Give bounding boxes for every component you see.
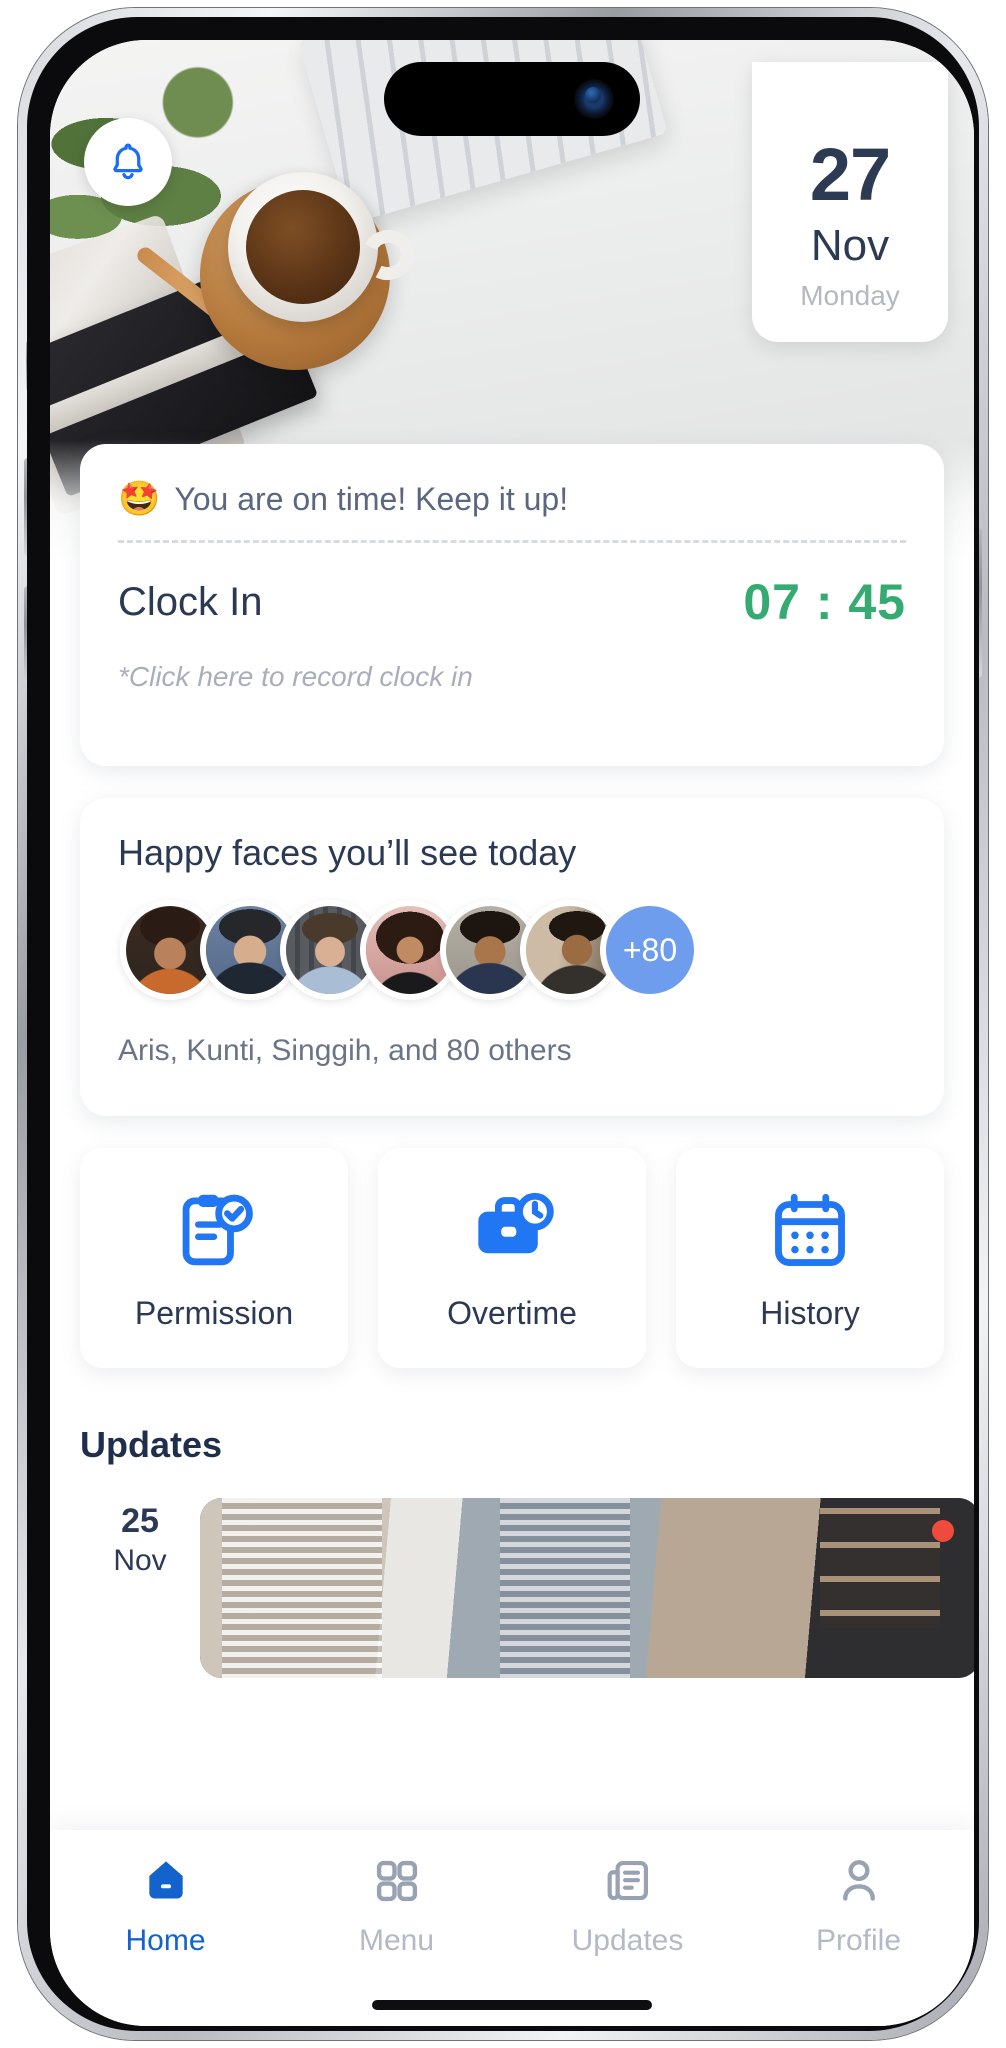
quick-actions-row: Permission Overtime History — [80, 1148, 944, 1368]
tab-label: Profile — [815, 1924, 902, 1957]
clock-in-label: Clock In — [118, 579, 263, 624]
date-day: 27 — [809, 132, 891, 216]
quick-action-history[interactable]: History — [676, 1148, 944, 1368]
phone-frame: 27 Nov Monday 🤩 You are on time! Keep it… — [18, 8, 988, 2040]
shelf — [820, 1508, 940, 1628]
notification-bell-button[interactable] — [84, 118, 172, 206]
update-month: Nov — [113, 1544, 167, 1577]
faces-names-summary: Aris, Kunti, Singgih, and 80 others — [118, 1034, 572, 1067]
update-date: 25 Nov — [80, 1498, 200, 1678]
clock-in-card[interactable]: 🤩 You are on time! Keep it up! Clock In … — [80, 444, 944, 766]
calendar-icon — [767, 1185, 853, 1277]
phone-bezel: 27 Nov Monday 🤩 You are on time! Keep it… — [27, 17, 979, 2031]
updates-section-title: Updates — [80, 1424, 223, 1465]
update-thumbnail[interactable] — [200, 1498, 974, 1678]
quick-action-label: Overtime — [447, 1294, 577, 1331]
home-indicator — [372, 2000, 652, 2010]
star-struck-emoji-icon: 🤩 — [118, 480, 161, 518]
status-row: 🤩 You are on time! Keep it up! — [118, 444, 906, 540]
bottom-tab-bar: Home Menu Updates Profile — [50, 1830, 974, 2026]
clock-in-time: 07 : 45 — [743, 574, 906, 630]
quick-action-permission[interactable]: Permission — [80, 1148, 348, 1368]
dynamic-island — [384, 62, 640, 136]
quick-action-label: History — [760, 1294, 860, 1331]
clock-in-row[interactable]: Clock In 07 : 45 — [118, 543, 906, 661]
person-icon — [834, 1854, 884, 1908]
tab-profile[interactable]: Profile — [743, 1854, 974, 1958]
avatar-more-badge[interactable]: +80 — [600, 900, 700, 1000]
home-icon — [141, 1854, 191, 1908]
bell-icon — [113, 143, 143, 180]
tab-label: Menu — [358, 1924, 435, 1957]
update-item[interactable]: 25 Nov — [80, 1498, 974, 1678]
tab-home[interactable]: Home — [50, 1854, 281, 1958]
front-camera — [574, 79, 614, 119]
briefcase-clock-icon — [469, 1185, 555, 1277]
quick-action-label: Permission — [134, 1294, 294, 1331]
happy-faces-title: Happy faces you’ll see today — [118, 832, 577, 873]
grid-icon — [372, 1854, 422, 1908]
happy-faces-card: Happy faces you’ll see today +80 Aris, K… — [80, 798, 944, 1116]
document-icon — [603, 1854, 653, 1908]
date-weekday: Monday — [800, 280, 900, 312]
update-unread-dot — [932, 1520, 954, 1542]
status-text: You are on time! Keep it up! — [174, 480, 569, 517]
tab-label: Updates — [571, 1924, 684, 1957]
quick-action-overtime[interactable]: Overtime — [378, 1148, 646, 1368]
tab-menu[interactable]: Menu — [281, 1854, 512, 1958]
date-card: 27 Nov Monday — [752, 62, 948, 342]
tab-updates[interactable]: Updates — [512, 1854, 743, 1958]
clipboard-check-icon — [171, 1185, 257, 1277]
clock-in-hint: *Click here to record clock in — [118, 661, 473, 692]
avatar-list: +80 — [118, 900, 906, 1008]
window-blinds-2 — [500, 1498, 630, 1678]
phone-screen: 27 Nov Monday 🤩 You are on time! Keep it… — [50, 40, 974, 2026]
tab-label: Home — [125, 1924, 206, 1957]
date-month: Nov — [810, 221, 890, 271]
update-day: 25 — [121, 1502, 159, 1540]
window-blinds — [222, 1498, 382, 1678]
